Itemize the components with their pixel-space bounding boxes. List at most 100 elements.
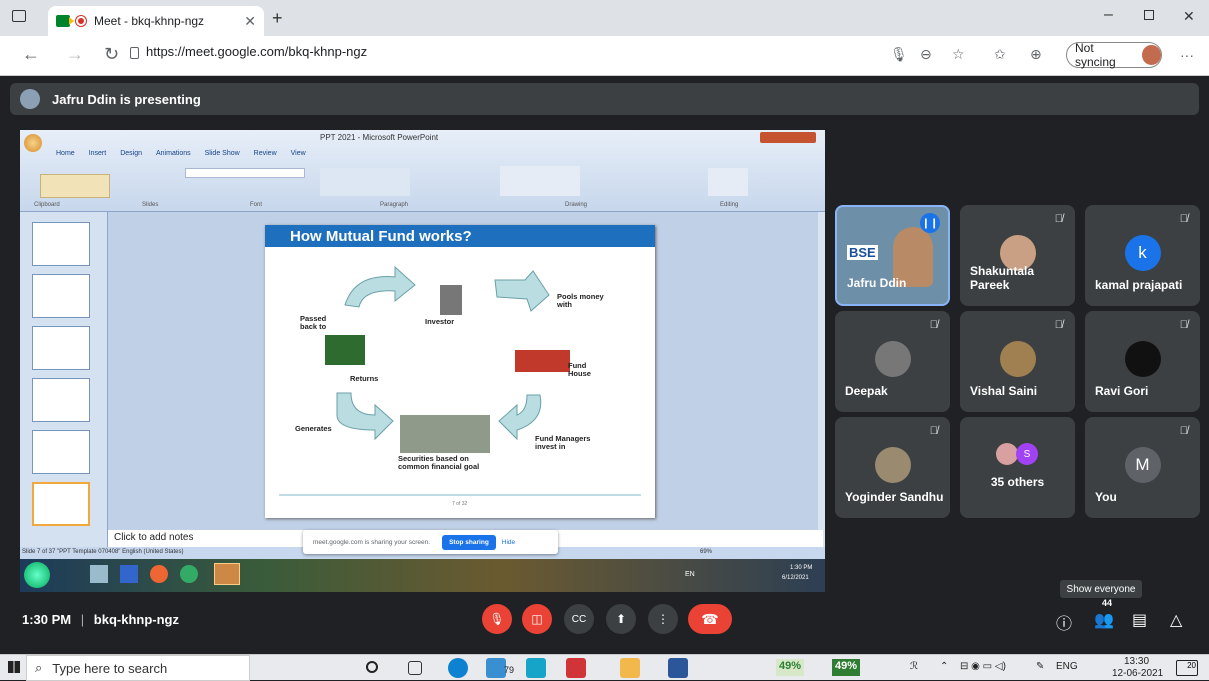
ribbon-group-label: Clipboard bbox=[34, 202, 60, 208]
win7-ppt-icon bbox=[214, 563, 240, 585]
ribbon-group-label: Slides bbox=[142, 202, 159, 208]
clock-time[interactable]: 13:30 bbox=[1124, 656, 1149, 667]
slide-thumbnail-selected bbox=[32, 482, 90, 526]
word-icon[interactable] bbox=[668, 658, 688, 678]
close-tab-icon[interactable]: ✕ bbox=[244, 13, 256, 30]
participant-avatar: M bbox=[1124, 447, 1161, 483]
cortana-icon[interactable] bbox=[366, 661, 378, 673]
file-explorer-icon[interactable] bbox=[620, 658, 640, 678]
ribbon-group-label: Paragraph bbox=[380, 202, 409, 208]
people-icon[interactable]: 👥 bbox=[1094, 610, 1114, 630]
windows-start-icon[interactable] bbox=[8, 661, 20, 673]
participant-tile-kamal[interactable]: 🎙̸ k kamal prajapati bbox=[1085, 205, 1200, 306]
win7-taskbar: EN 1:30 PM 6/12/2021 bbox=[20, 559, 825, 592]
people-tray-icon[interactable]: ℛ bbox=[910, 661, 918, 672]
win7-lang: EN bbox=[685, 571, 695, 578]
pools-label: Pools money with bbox=[557, 292, 604, 309]
meeting-separator: | bbox=[80, 612, 85, 627]
zoom-icon[interactable]: ⊖ bbox=[920, 46, 932, 63]
tab-actions-icon[interactable] bbox=[12, 10, 26, 22]
collections-icon[interactable]: ⊕ bbox=[1030, 46, 1042, 63]
security-app-icon[interactable] bbox=[566, 658, 586, 678]
info-icon[interactable]: ⓘ bbox=[1056, 610, 1072, 634]
end-call-button[interactable]: ☎ bbox=[688, 604, 732, 634]
participant-tile-jafru[interactable]: BSE ❙❙ Jafru Ddin bbox=[835, 205, 950, 306]
profile-button[interactable]: Not syncing bbox=[1066, 41, 1162, 69]
captions-button[interactable]: CC bbox=[564, 604, 594, 634]
refresh-icon[interactable]: ↻ bbox=[104, 44, 119, 65]
participant-tile-others[interactable]: S 35 others bbox=[960, 417, 1075, 518]
restore-icon[interactable] bbox=[1144, 10, 1154, 20]
battery-indicator[interactable]: 49% bbox=[832, 659, 861, 676]
activities-icon[interactable]: △ bbox=[1170, 610, 1182, 630]
ppt-zoom: 69% bbox=[700, 549, 713, 555]
search-icon: ⌕ bbox=[35, 660, 43, 675]
paragraph-group bbox=[320, 168, 410, 196]
slide-thumbnail bbox=[32, 222, 90, 266]
tray-chevron-icon[interactable]: ⌃ bbox=[940, 661, 948, 672]
mic-toggle-button[interactable]: 🎙 bbox=[482, 604, 512, 634]
chat-icon[interactable]: ▤ bbox=[1132, 610, 1147, 630]
clock-date[interactable]: 12-06-2021 bbox=[1112, 668, 1163, 679]
address-bar: ← → ↻ https://meet.google.com/bkq-khnp-n… bbox=[0, 36, 1209, 76]
slide-thumbnail bbox=[32, 274, 90, 318]
others-count: 35 others bbox=[990, 475, 1045, 489]
meeting-code: bkq-khnp-ngz bbox=[93, 612, 179, 627]
ppt-tab: Insert bbox=[88, 150, 107, 157]
video-bse-sign: BSE bbox=[847, 245, 878, 260]
edge-icon[interactable] bbox=[448, 658, 468, 678]
learning-app-icon[interactable] bbox=[526, 658, 546, 678]
shapes-group bbox=[500, 166, 580, 196]
participant-tile-ravi[interactable]: 🎙̸ Ravi Gori bbox=[1085, 311, 1200, 412]
language-indicator[interactable]: ENG bbox=[1056, 661, 1078, 672]
close-window-icon[interactable]: ✕ bbox=[1183, 8, 1195, 25]
clipboard-group bbox=[40, 174, 110, 198]
sharing-notice: meet.google.com is sharing your screen. … bbox=[303, 530, 558, 554]
participant-name: Vishal Saini bbox=[970, 384, 1038, 398]
win7-start-icon bbox=[24, 562, 50, 588]
slide-footer: 7 of 32 bbox=[452, 501, 468, 507]
ppt-ribbon: PPT 2021 - Microsoft PowerPoint Home Ins… bbox=[20, 130, 825, 212]
favorite-add-icon[interactable]: ☆ bbox=[952, 46, 965, 63]
pen-icon[interactable]: ✎ bbox=[1036, 661, 1044, 672]
slide-thumbnails bbox=[20, 212, 108, 547]
taskbar-search-box[interactable]: ⌕ Type here to search bbox=[26, 655, 250, 681]
securities-label: Securities based on common financial goa… bbox=[398, 454, 480, 471]
participant-name: kamal prajapati bbox=[1095, 278, 1183, 292]
ribbon-group-label: Editing bbox=[720, 202, 739, 208]
forward-icon[interactable]: → bbox=[66, 44, 84, 65]
notifications-icon[interactable]: 20 bbox=[1176, 660, 1198, 676]
participant-tile-deepak[interactable]: 🎙̸ Deepak bbox=[835, 311, 950, 412]
favorites-icon[interactable]: ✩ bbox=[994, 46, 1006, 63]
windows-taskbar: ⌕ Type here to search 79 49% 49% ℛ ⌃ ⊟ ◉… bbox=[0, 654, 1209, 681]
mail-icon[interactable] bbox=[486, 658, 506, 678]
participant-tile-you[interactable]: 🎙̸ M You bbox=[1085, 417, 1200, 518]
minimize-icon[interactable]: – bbox=[1104, 6, 1113, 24]
mic-off-icon: 🎙̸ bbox=[1054, 319, 1063, 331]
participant-tile-yoginder[interactable]: 🎙̸ Yoginder Sandhu bbox=[835, 417, 950, 518]
hide-button[interactable]: Hide bbox=[502, 539, 515, 546]
camera-toggle-button[interactable]: ◫ bbox=[522, 604, 552, 634]
lock-icon[interactable] bbox=[130, 47, 139, 59]
present-button[interactable]: ⬆ bbox=[606, 604, 636, 634]
back-icon[interactable]: ← bbox=[22, 44, 40, 65]
tray-apps-icon[interactable]: ⊟ ◉ ▭ ◁) bbox=[960, 661, 1006, 672]
current-slide: How Mutual Fund works? Investor Pools mo… bbox=[265, 225, 655, 518]
shared-screen: PPT 2021 - Microsoft PowerPoint Home Ins… bbox=[20, 130, 825, 592]
stop-sharing-button[interactable]: Stop sharing bbox=[442, 534, 496, 550]
more-options-button[interactable]: ⋮ bbox=[648, 604, 678, 634]
generates-label: Generates bbox=[295, 424, 332, 433]
browser-tab-bar: Meet - bkq-khnp-ngz ✕ + – ✕ bbox=[0, 0, 1209, 36]
ppt-status-text: Slide 7 of 37 "PPT Template 070408" Engl… bbox=[22, 549, 184, 555]
microphone-icon[interactable]: 🎙 bbox=[890, 46, 908, 63]
battery-indicator[interactable]: 49% bbox=[776, 659, 805, 676]
recording-icon bbox=[76, 16, 86, 26]
task-view-icon[interactable] bbox=[408, 661, 422, 675]
tab-meet[interactable]: Meet - bkq-khnp-ngz ✕ bbox=[48, 6, 264, 36]
more-icon[interactable]: ··· bbox=[1180, 47, 1194, 63]
participant-tile-vishal[interactable]: 🎙̸ Vishal Saini bbox=[960, 311, 1075, 412]
new-tab-icon[interactable]: + bbox=[272, 8, 283, 29]
participant-tile-shakuntala[interactable]: 🎙̸ Shakuntala Pareek bbox=[960, 205, 1075, 306]
people-count-badge: 44 bbox=[1102, 598, 1113, 608]
url-field[interactable]: https://meet.google.com/bkq-khnp-ngz bbox=[146, 44, 367, 59]
